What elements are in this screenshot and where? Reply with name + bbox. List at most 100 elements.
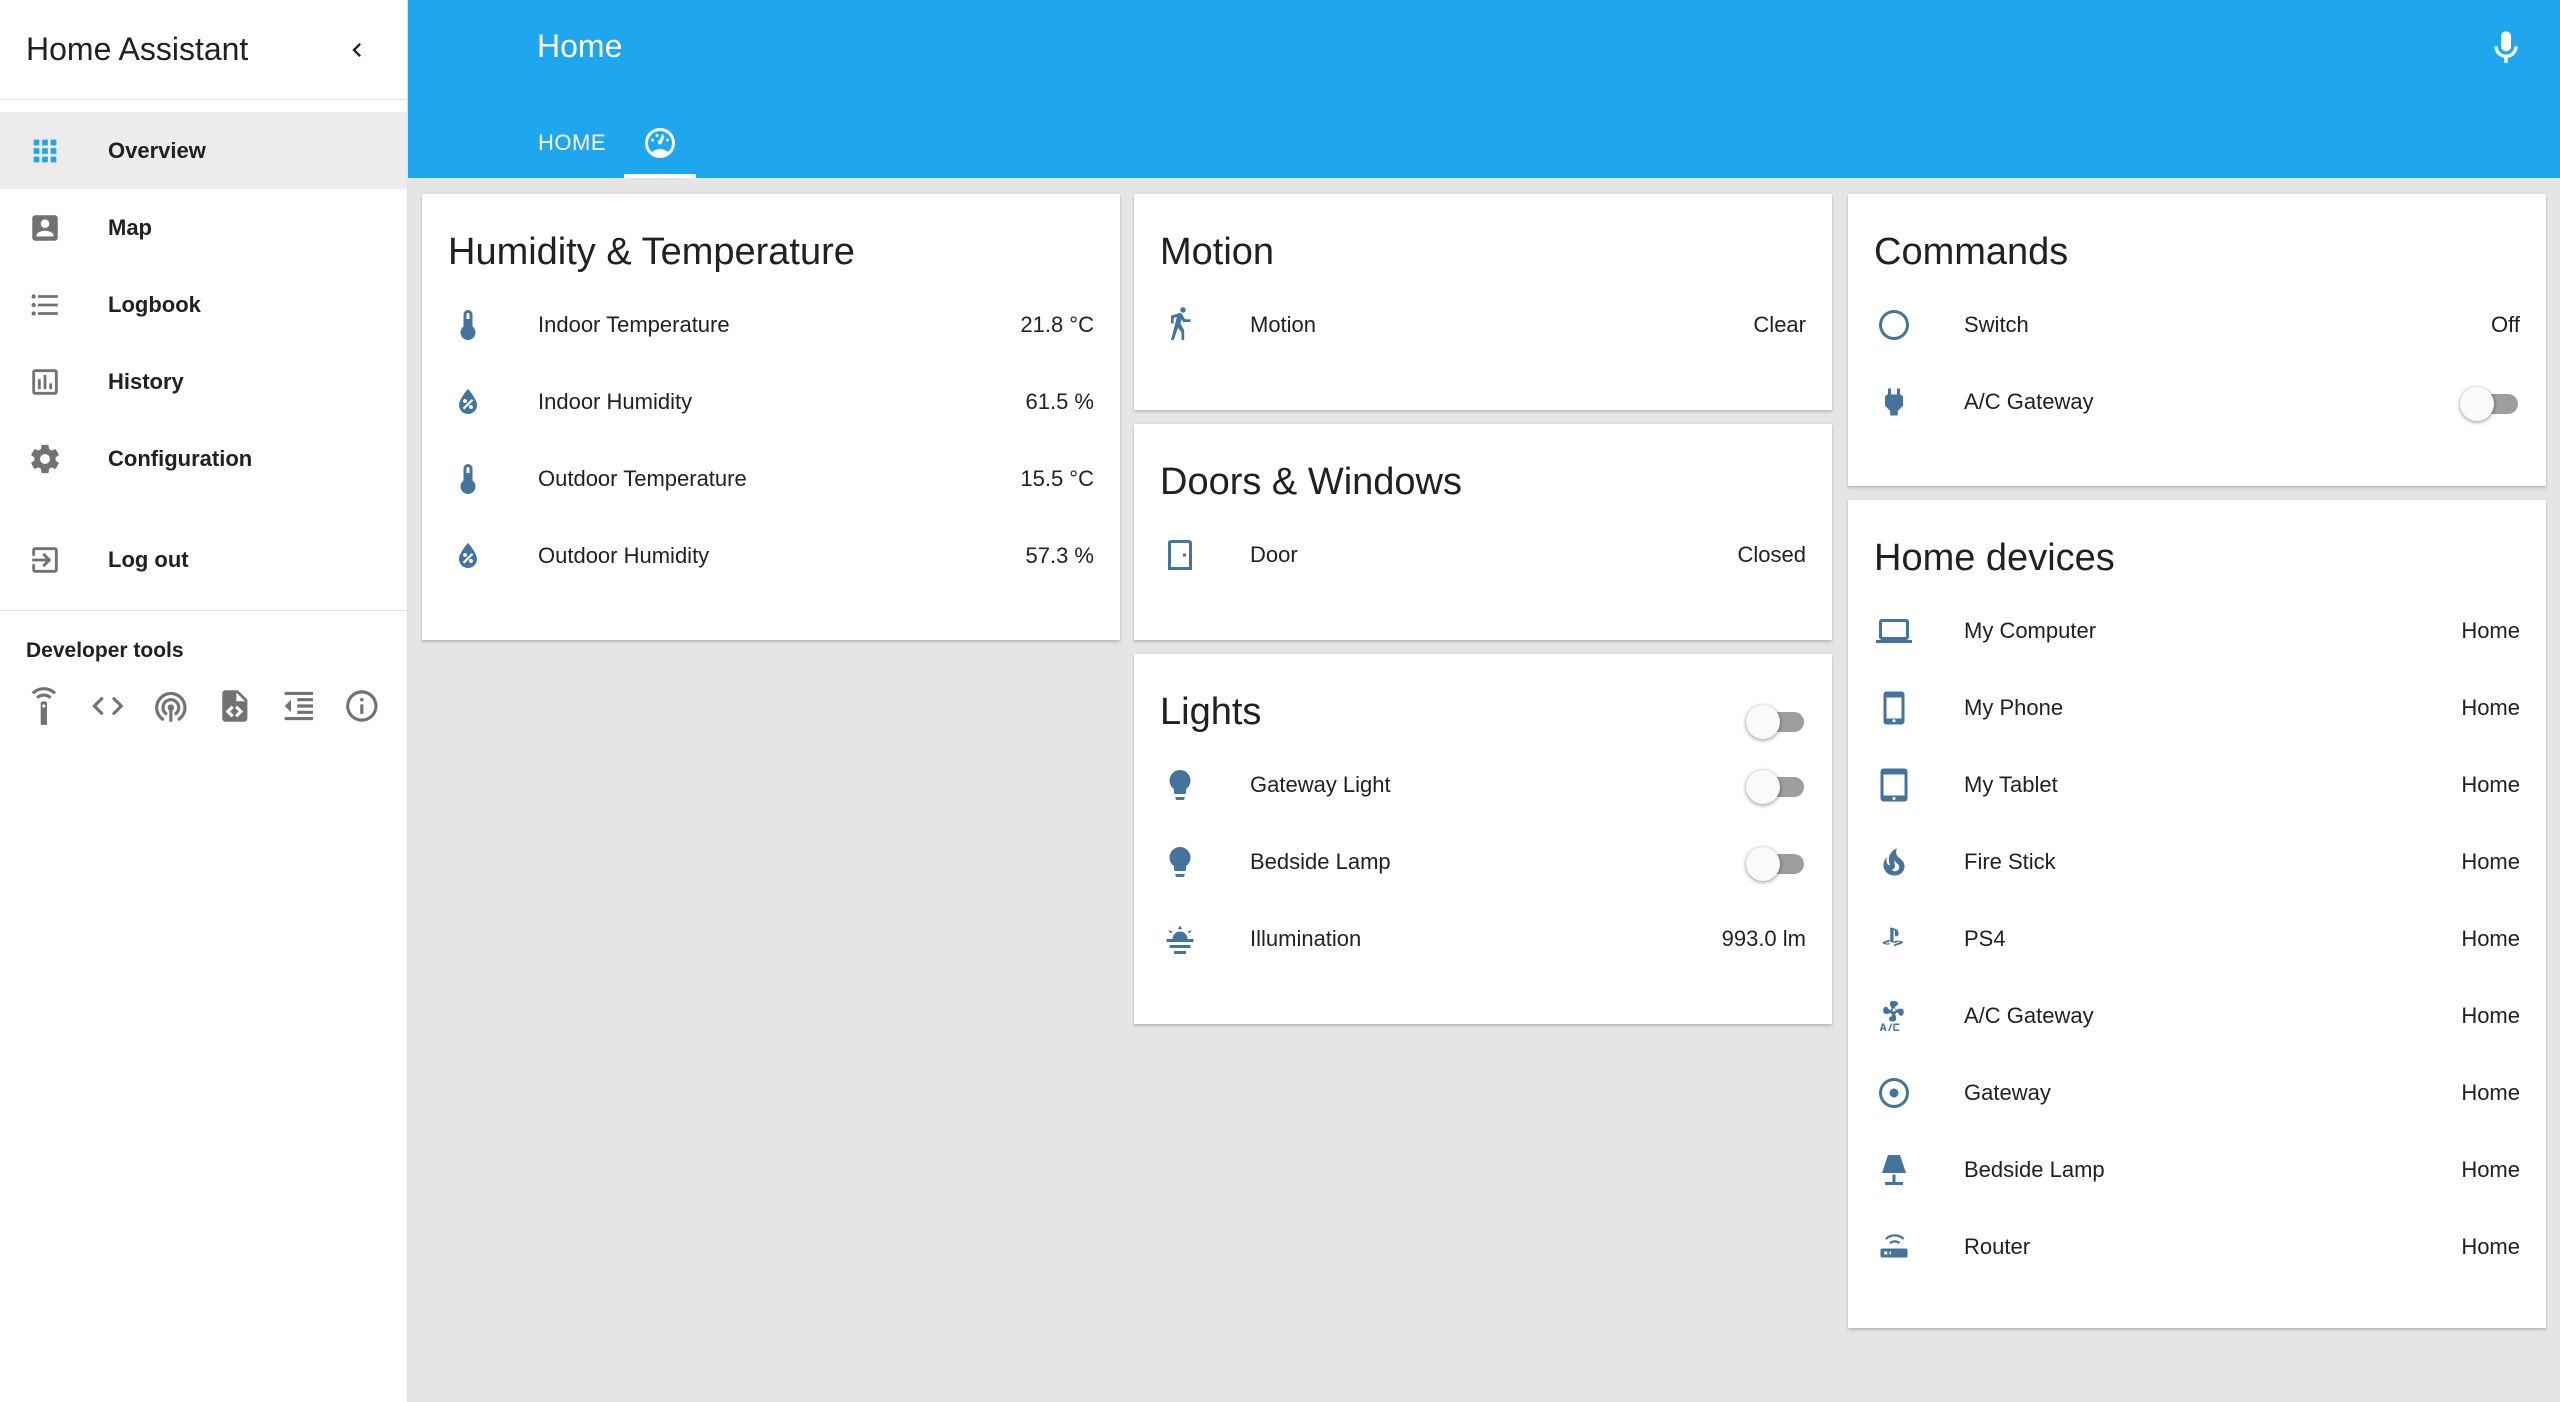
entity-row[interactable]: Gateway Light xyxy=(1134,746,1832,823)
lamp-icon xyxy=(1876,1152,1912,1188)
water-percent-icon xyxy=(450,384,486,420)
entity-name: Indoor Humidity xyxy=(538,388,693,414)
lightbulb-icon xyxy=(1162,767,1198,803)
sidebar-item-overview[interactable]: Overview xyxy=(0,112,407,189)
lights-card: Lights Gateway Light Bedside Lamp Illumi… xyxy=(1134,654,1832,1024)
entity-state: Home xyxy=(2461,848,2520,874)
tab-home[interactable]: HOME xyxy=(520,108,624,178)
entity-state: Home xyxy=(2461,925,2520,951)
entity-row[interactable]: Door Closed xyxy=(1134,516,1832,593)
entity-name: Illumination xyxy=(1250,925,1362,951)
gateway-light-toggle[interactable] xyxy=(1746,767,1806,804)
sidebar-item-logout[interactable]: Log out xyxy=(0,521,407,598)
sidebar-item-configuration[interactable]: Configuration xyxy=(0,420,407,497)
commands-card: Commands Switch Off A/C Gateway xyxy=(1848,194,2546,486)
toggle-thumb xyxy=(1746,705,1780,739)
format-indent-icon[interactable] xyxy=(280,687,318,725)
device-row[interactable]: My Phone Home xyxy=(1848,669,2546,746)
sidebar-item-map[interactable]: Map xyxy=(0,189,407,266)
entity-row[interactable]: Outdoor Temperature 15.5 °C xyxy=(422,440,1120,517)
entity-name: Gateway Light xyxy=(1250,771,1391,797)
entity-row[interactable]: Bedside Lamp xyxy=(1134,823,1832,900)
weather-sunset-icon xyxy=(1162,921,1198,957)
device-row[interactable]: Bedside Lamp Home xyxy=(1848,1131,2546,1208)
developer-tools-title: Developer tools xyxy=(26,639,184,662)
device-row[interactable]: Router Home xyxy=(1848,1208,2546,1285)
collapse-sidebar-button[interactable] xyxy=(333,26,381,74)
chevron-left-icon xyxy=(343,36,371,64)
entity-name: My Phone xyxy=(1964,694,2064,720)
device-row[interactable]: My Computer Home xyxy=(1848,592,2546,669)
format-list-bulleted-icon xyxy=(28,288,62,322)
developer-tools xyxy=(0,687,407,725)
gauge-icon xyxy=(642,125,678,161)
chart-box-icon xyxy=(28,365,62,399)
device-row[interactable]: PS4 Home xyxy=(1848,900,2546,977)
fire-icon xyxy=(1876,844,1912,880)
card-title: Motion xyxy=(1160,231,1275,273)
ac-gateway-toggle[interactable] xyxy=(2460,384,2520,421)
entity-name: Indoor Temperature xyxy=(538,311,730,337)
entity-state: 21.8 °C xyxy=(1020,311,1094,337)
entity-state: Home xyxy=(2461,1156,2520,1182)
sidebar-item-label: Overview xyxy=(108,137,206,163)
info-outline-icon[interactable] xyxy=(343,687,381,725)
walk-icon xyxy=(1162,306,1198,343)
device-row[interactable]: A/C Gateway Home xyxy=(1848,977,2546,1054)
entity-state: Home xyxy=(2461,771,2520,797)
toggle-thumb xyxy=(1746,769,1780,804)
circle-outline-icon xyxy=(1876,307,1912,343)
entity-name: My Computer xyxy=(1964,617,2097,643)
playstation-icon xyxy=(1876,921,1912,957)
motion-card: Motion Motion Clear xyxy=(1134,194,1832,410)
access-point-icon[interactable] xyxy=(152,687,190,725)
file-xml-icon[interactable] xyxy=(216,687,254,725)
entity-state: 15.5 °C xyxy=(1020,465,1094,491)
entity-state: Closed xyxy=(1737,541,1806,567)
entity-state: 993.0 lm xyxy=(1721,925,1806,951)
device-row[interactable]: Gateway Home xyxy=(1848,1054,2546,1131)
power-plug-icon xyxy=(1876,384,1912,420)
entity-name: Switch xyxy=(1964,311,2029,337)
lights-group-toggle[interactable] xyxy=(1746,702,1806,739)
device-row[interactable]: Fire Stick Home xyxy=(1848,823,2546,900)
microphone-icon[interactable] xyxy=(2486,28,2526,68)
sidebar-item-history[interactable]: History xyxy=(0,343,407,420)
sidebar-item-label: Map xyxy=(108,214,152,240)
account-box-icon xyxy=(28,211,62,245)
entity-row[interactable]: Indoor Humidity 61.5 % xyxy=(422,363,1120,440)
page-title: Home xyxy=(537,28,623,64)
entity-state: Home xyxy=(2461,1079,2520,1105)
code-tags-icon[interactable] xyxy=(89,687,127,725)
laptop-icon xyxy=(1876,613,1912,649)
entity-state: Home xyxy=(2461,1233,2520,1259)
doors-windows-card: Doors & Windows Door Closed xyxy=(1134,424,1832,640)
entity-row[interactable]: Illumination 993.0 lm xyxy=(1134,900,1832,977)
entity-name: Outdoor Temperature xyxy=(538,465,747,491)
toggle-thumb xyxy=(2460,386,2494,421)
entity-row[interactable]: Indoor Temperature 21.8 °C xyxy=(422,286,1120,363)
sidebar-item-label: History xyxy=(108,368,184,394)
sidebar-item-logbook[interactable]: Logbook xyxy=(0,266,407,343)
device-row[interactable]: My Tablet Home xyxy=(1848,746,2546,823)
entity-row[interactable]: A/C Gateway xyxy=(1848,363,2546,440)
entity-row[interactable]: Motion Clear xyxy=(1134,286,1832,363)
entity-name: A/C Gateway xyxy=(1964,1002,2094,1028)
remote-icon[interactable] xyxy=(25,687,63,725)
entity-row[interactable]: Switch Off xyxy=(1848,286,2546,363)
card-title: Doors & Windows xyxy=(1160,461,1462,503)
home-devices-card: Home devices My Computer Home My Phone H… xyxy=(1848,500,2546,1328)
entity-state: 57.3 % xyxy=(1025,542,1095,568)
water-percent-icon xyxy=(450,538,486,574)
sidebar-nav: Overview Map Logbook History Configurati… xyxy=(0,100,407,598)
entity-name: Outdoor Humidity xyxy=(538,542,710,568)
bedside-lamp-toggle[interactable] xyxy=(1746,844,1806,881)
entity-name: Gateway xyxy=(1964,1079,2051,1105)
entity-name: Router xyxy=(1964,1233,2031,1259)
tablet-icon xyxy=(1876,767,1912,803)
entity-row[interactable]: Outdoor Humidity 57.3 % xyxy=(422,517,1120,594)
cellphone-icon xyxy=(1876,690,1912,726)
tab-dashboard[interactable] xyxy=(624,108,696,178)
entity-name: Motion xyxy=(1250,311,1317,337)
